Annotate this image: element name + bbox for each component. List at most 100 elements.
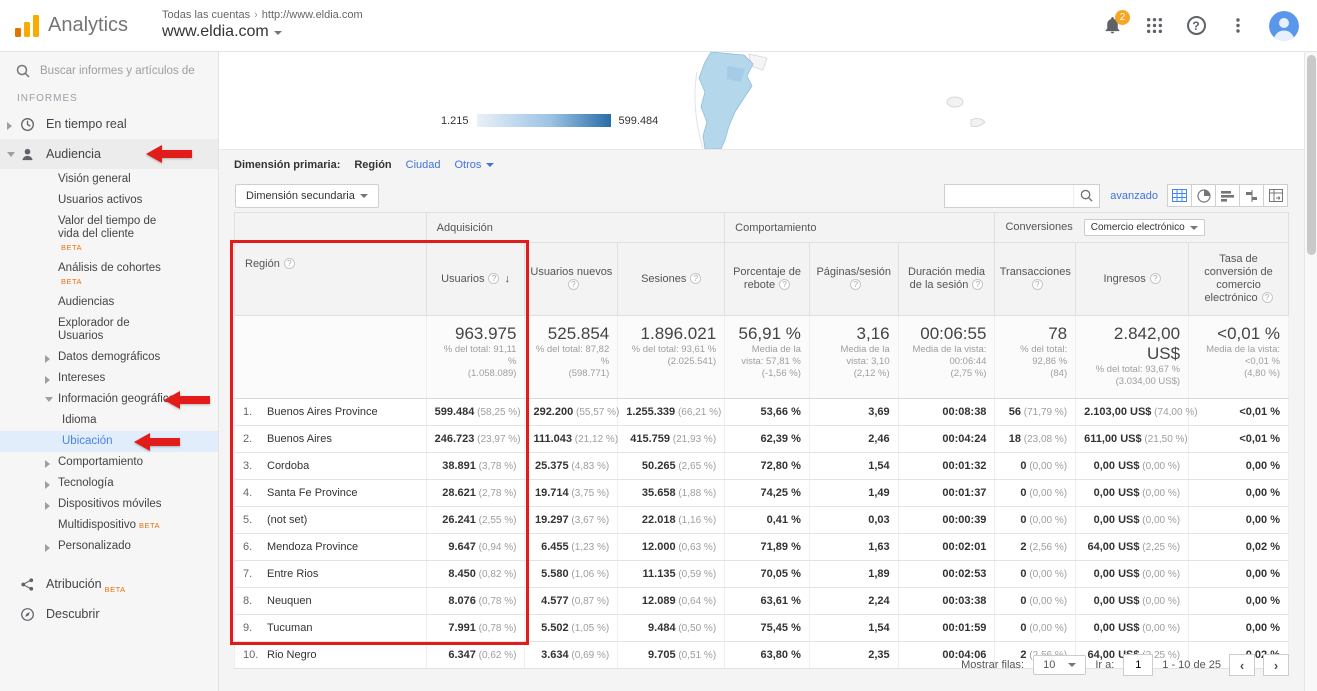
region-cell[interactable]: 3.Cordoba <box>235 453 427 480</box>
sidebar-item-valor-del-tiempo-de-vida-del-cliente[interactable]: Valor del tiempo de vida del clienteBETA <box>0 211 218 258</box>
sidebar-item-atribucion[interactable]: AtribuciónBETA <box>0 569 218 599</box>
scrollbar-thumb[interactable] <box>1307 55 1316 255</box>
column-header-tasa-conversion[interactable]: Tasa de conversión de comercio electróni… <box>1189 243 1289 316</box>
sidebar-item-comportamiento[interactable]: Comportamiento <box>0 452 218 473</box>
expand-icon[interactable] <box>45 355 50 363</box>
column-header-transacciones[interactable]: Transacciones? <box>995 243 1076 316</box>
column-header-rebote[interactable]: Porcentaje de rebote? <box>725 243 810 316</box>
column-header-ingresos[interactable]: Ingresos? <box>1076 243 1189 316</box>
expand-icon[interactable] <box>45 460 50 468</box>
table-row[interactable]: 7.Entre Rios8.450 (0,82 %)5.580 (1,06 %)… <box>235 561 1289 588</box>
table-row[interactable]: 8.Neuquen8.076 (0,78 %)4.577 (0,87 %)12.… <box>235 588 1289 615</box>
breadcrumb[interactable]: Todas las cuentas›http://www.eldia.com <box>162 8 363 22</box>
help-icon[interactable]: ? <box>1262 292 1273 303</box>
column-header-usuarios-nuevos[interactable]: Usuarios nuevos? <box>525 243 618 316</box>
table-row[interactable]: 5.(not set)26.241 (2,55 %)19.297 (3,67 %… <box>235 507 1289 534</box>
expand-icon[interactable] <box>45 481 50 489</box>
report-search[interactable]: Buscar informes y artículos de <box>0 52 218 90</box>
region-cell[interactable]: 1.Buenos Aires Province <box>235 399 427 426</box>
help-icon[interactable]: ? <box>1150 273 1161 284</box>
comparison-view-icon[interactable] <box>1239 184 1264 207</box>
sidebar-item-analisis-de-cohortes[interactable]: Análisis de cohortesBETA <box>0 258 218 292</box>
argentina-map[interactable] <box>649 52 839 149</box>
help-icon[interactable]: ? <box>779 279 790 290</box>
breadcrumb-property[interactable]: http://www.eldia.com <box>262 9 363 21</box>
sidebar-item-vision-general[interactable]: Visión general <box>0 169 218 190</box>
table-row[interactable]: 1.Buenos Aires Province599.484 (58,25 %)… <box>235 399 1289 426</box>
table-row[interactable]: 4.Santa Fe Province28.621 (2,78 %)19.714… <box>235 480 1289 507</box>
help-icon[interactable]: ? <box>690 273 701 284</box>
help-icon[interactable]: ? <box>284 258 295 269</box>
expand-icon[interactable] <box>45 502 50 510</box>
help-icon[interactable]: ? <box>1185 15 1207 37</box>
region-cell[interactable]: 8.Neuquen <box>235 588 427 615</box>
analytics-logo-icon[interactable] <box>14 14 40 38</box>
primary-dimension-otros[interactable]: Otros <box>455 159 495 171</box>
region-cell[interactable]: 9.Tucuman <box>235 615 427 642</box>
secondary-dimension-button[interactable]: Dimensión secundaria <box>235 184 379 208</box>
region-column-header[interactable]: Región? <box>235 213 427 316</box>
sidebar-item-idioma[interactable]: Idioma <box>0 410 218 431</box>
performance-view-icon[interactable] <box>1215 184 1240 207</box>
expand-icon[interactable] <box>7 122 12 130</box>
account-selector[interactable]: www.eldia.com <box>162 22 363 43</box>
collapse-icon[interactable] <box>45 397 53 402</box>
sidebar-item-usuarios-activos[interactable]: Usuarios activos <box>0 190 218 211</box>
sidebar-item-multidispositivo[interactable]: MultidispositivoBETA <box>0 515 218 536</box>
percentage-view-icon[interactable] <box>1191 184 1216 207</box>
sidebar-item-personalizado[interactable]: Personalizado <box>0 536 218 557</box>
region-cell[interactable]: 5.(not set) <box>235 507 427 534</box>
sidebar-item-tecnologia[interactable]: Tecnología <box>0 473 218 494</box>
sidebar-item-audiencia[interactable]: Audiencia <box>0 139 218 169</box>
help-icon[interactable]: ? <box>568 279 579 290</box>
ecommerce-selector[interactable]: Comercio electrónico <box>1084 219 1205 236</box>
sort-descending-icon[interactable]: ↓ <box>504 273 510 285</box>
column-header-usuarios[interactable]: Usuarios?↓ <box>426 243 525 316</box>
region-cell[interactable]: 4.Santa Fe Province <box>235 480 427 507</box>
goto-page-input[interactable] <box>1123 654 1153 676</box>
primary-dimension-region[interactable]: Región <box>354 159 391 171</box>
help-icon[interactable]: ? <box>1032 279 1043 290</box>
table-search-input[interactable] <box>945 186 1073 206</box>
column-header-paginas-sesion[interactable]: Páginas/sesión? <box>809 243 898 316</box>
table-row[interactable]: 9.Tucuman7.991 (0,78 %)5.502 (1,05 %)9.4… <box>235 615 1289 642</box>
advanced-search-link[interactable]: avanzado <box>1110 190 1158 202</box>
sidebar-item-ubicacion[interactable]: Ubicación <box>0 431 218 452</box>
sidebar-item-audiencias[interactable]: Audiencias <box>0 292 218 313</box>
breadcrumb-accounts[interactable]: Todas las cuentas <box>162 9 250 21</box>
table-row[interactable]: 6.Mendoza Province9.647 (0,94 %)6.455 (1… <box>235 534 1289 561</box>
region-cell[interactable]: 7.Entre Rios <box>235 561 427 588</box>
avatar[interactable] <box>1269 11 1299 41</box>
help-icon[interactable]: ? <box>488 273 499 284</box>
notifications-bell-icon[interactable]: 2 <box>1101 15 1123 37</box>
expand-icon[interactable] <box>45 544 50 552</box>
column-header-sesiones[interactable]: Sesiones? <box>618 243 725 316</box>
region-cell[interactable]: 2.Buenos Aires <box>235 426 427 453</box>
next-page-button[interactable]: › <box>1263 654 1289 676</box>
previous-page-button[interactable]: ‹ <box>1229 654 1255 676</box>
region-cell[interactable]: 6.Mendoza Province <box>235 534 427 561</box>
sidebar-item-datos-demograficos[interactable]: Datos demográficos <box>0 347 218 368</box>
help-icon[interactable]: ? <box>850 279 861 290</box>
collapse-icon[interactable] <box>7 152 15 157</box>
overflow-menu-icon[interactable] <box>1227 15 1249 37</box>
sidebar-item-descubrir[interactable]: Descubrir <box>0 599 218 629</box>
sidebar-item-en-tiempo-real[interactable]: En tiempo real <box>0 109 218 139</box>
data-view-icon[interactable] <box>1167 184 1192 207</box>
vertical-scrollbar[interactable] <box>1304 52 1317 691</box>
sidebar-item-dispositivos-moviles[interactable]: Dispositivos móviles <box>0 494 218 515</box>
table-row[interactable]: 3.Cordoba38.891 (3,78 %)25.375 (4,83 %)5… <box>235 453 1289 480</box>
apps-grid-icon[interactable] <box>1143 15 1165 37</box>
region-cell[interactable]: 10.Rio Negro <box>235 642 427 669</box>
expand-icon[interactable] <box>45 376 50 384</box>
sidebar-item-intereses[interactable]: Intereses <box>0 368 218 389</box>
sidebar-item-explorador-de-usuarios[interactable]: Explorador de Usuarios <box>0 313 218 347</box>
column-header-duracion[interactable]: Duración media de la sesión? <box>898 243 995 316</box>
primary-dimension-ciudad[interactable]: Ciudad <box>406 159 441 171</box>
table-search-button[interactable] <box>1073 185 1099 207</box>
sidebar-item-informacion-geografica[interactable]: Información geográfica <box>0 389 218 410</box>
rows-per-page-select[interactable]: 10 <box>1033 655 1086 675</box>
help-icon[interactable]: ? <box>972 279 983 290</box>
table-row[interactable]: 2.Buenos Aires246.723 (23,97 %)111.043 (… <box>235 426 1289 453</box>
pivot-view-icon[interactable] <box>1263 184 1288 207</box>
